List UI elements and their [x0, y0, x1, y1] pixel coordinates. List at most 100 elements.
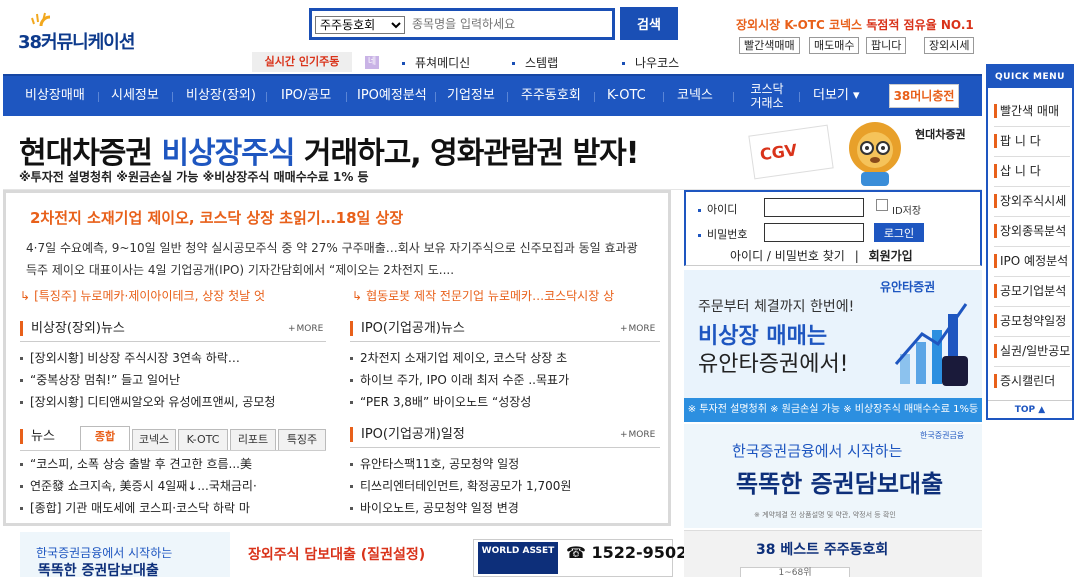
section-divider [20, 341, 326, 342]
search-box: 주주동호회 [309, 8, 615, 40]
nav-item[interactable]: K-OTC [607, 76, 646, 116]
nav-item[interactable]: 기업정보 [447, 76, 495, 116]
section-title-otc-news[interactable]: 비상장(장외)뉴스 [20, 321, 125, 336]
news-item[interactable]: 2차전지 소재기업 제이오, 코스닥 상장 초 [350, 349, 660, 366]
site-logo[interactable]: 38커뮤니케이션 [18, 12, 148, 54]
headline-lead[interactable]: 4·7일 수요예측, 9~10일 일반 청약 실시공모주식 중 약 27% 구주… [26, 237, 646, 281]
quick-item[interactable]: 실권/일반공모 [994, 344, 1070, 358]
quick-divider [994, 216, 1070, 217]
nav-item[interactable]: IPO예정분석 [357, 76, 427, 116]
nav-item[interactable]: 비상장매매 [25, 76, 85, 116]
quick-item[interactable]: 공모기업분석 [994, 284, 1070, 298]
quick-item[interactable]: 공모청약일정 [994, 314, 1070, 328]
top-button-sell[interactable]: 팝니다 [866, 37, 907, 54]
login-button[interactable]: 로그인 [874, 223, 924, 242]
news-item[interactable]: 바이오노트, 공모청약 일정 변경 [350, 499, 660, 516]
login-panel: 아이디 ID저장 비밀번호 로그인 아이디 / 비밀번호 찾기 | 회원가입 [684, 190, 982, 266]
korea-brand: 한국증권금융 [920, 431, 965, 440]
quick-divider [994, 156, 1070, 157]
find-account-link[interactable]: 아이디 / 비밀번호 찾기 [730, 249, 845, 263]
quick-menu-title: QUICK MENU [988, 66, 1072, 88]
id-label: 아이디 [698, 201, 737, 217]
top-button-red-trade[interactable]: 빨간색매매 [739, 37, 800, 54]
search-button[interactable]: 검색 [620, 7, 678, 40]
quick-item[interactable]: 장외주식시세 [994, 194, 1070, 208]
tab-kotc[interactable]: K-OTC [178, 429, 228, 450]
quick-item[interactable]: 장외종목분석 [994, 224, 1070, 238]
bottom-ad-korea[interactable]: 한국증권금융에서 시작하는 똑똑한 증권담보대출 [20, 532, 230, 577]
quick-top-button[interactable]: TOP ▲ [988, 400, 1072, 418]
hot-item[interactable]: 퓨쳐메디신 [402, 54, 470, 71]
news-item[interactable]: [종합] 기관 매도세에 코스피·코스닥 하락 마 [20, 499, 326, 516]
nav-separator [172, 92, 173, 102]
bottom-ad-world-asset[interactable]: WORLD ASSET ☎ 1522-9502 [473, 539, 687, 577]
id-save-label: ID저장 [892, 206, 922, 217]
banner-disclaimer: ※투자전 설명청취 ※원금손실 가능 ※비상장주식 매매수수료 1% 등 [19, 170, 369, 184]
quick-item[interactable]: 팝 니 다 [994, 134, 1070, 148]
logo-text: 38커뮤니케이션 [18, 32, 135, 53]
tab-konex[interactable]: 코넥스 [132, 429, 176, 450]
nav-item[interactable]: 시세정보 [111, 76, 159, 116]
nav-item[interactable]: 비상장(장외) [186, 76, 256, 116]
news-item[interactable]: 유안타스팩11호, 공모청약 일정 [350, 455, 660, 472]
id-input[interactable] [764, 198, 864, 217]
section-title-ipo-news[interactable]: IPO(기업공개)뉴스 [350, 321, 465, 336]
section-title-ipo-schedule[interactable]: IPO(기업공개)일정 [350, 427, 465, 442]
quick-divider [994, 366, 1070, 367]
main-news-panel: 2차전지 소재기업 제이오, 코스닥 상장 초읽기…18일 상장 4·7일 수요… [3, 190, 671, 526]
nav-more[interactable]: 더보기 ▾ [813, 76, 860, 116]
nav-separator [266, 92, 267, 102]
news-item[interactable]: [장외시황] 디티앤씨알오와 유성에프앤씨, 공모청 [20, 393, 326, 410]
quick-item[interactable]: 삽 니 다 [994, 164, 1070, 178]
nav-item[interactable]: IPO/공모 [281, 76, 331, 116]
bottom-ad1-line2: 똑똑한 증권담보대출 [38, 563, 159, 577]
sub-headline[interactable]: [특징주] 뉴로메카·제이아이테크, 상장 첫날 엇 [20, 287, 265, 304]
nav-separator [507, 92, 508, 102]
banner-title-b: 비상장주식 [161, 136, 295, 171]
news-item[interactable]: “코스피, 소폭 상승 출발 후 견고한 흐름...美 [20, 455, 326, 472]
news-item[interactable]: 연준發 쇼크지속, 美증시 4일째↓...국채금리· [20, 477, 326, 494]
promo-banner[interactable]: 현대차증권 비상장주식 거래하고, 영화관람권 받자! ※투자전 설명청취 ※원… [3, 116, 982, 190]
password-input[interactable] [764, 223, 864, 242]
rising-chart-icon [894, 303, 968, 386]
more-link[interactable]: MORE [620, 430, 656, 440]
nav-separator [594, 92, 595, 102]
login-links: 아이디 / 비밀번호 찾기 | 회원가입 [730, 247, 913, 264]
headline-link[interactable]: 2차전지 소재기업 제이오, 코스닥 상장 초읽기…18일 상장 [30, 207, 403, 228]
quick-item[interactable]: 빨간색 매매 [994, 104, 1070, 118]
news-item[interactable]: [장외시황] 비상장 주식시장 3연속 하락… [20, 349, 326, 366]
tab-report[interactable]: 리포트 [230, 429, 276, 450]
more-link[interactable]: MORE [288, 324, 324, 334]
join-link[interactable]: 회원가입 [869, 249, 913, 263]
quick-menu: QUICK MENU 빨간색 매매 팝 니 다 삽 니 다 장외주식시세 장외종… [986, 64, 1074, 420]
section-divider [350, 447, 660, 448]
bottom-ad-otc-loan[interactable]: 장외주식 담보대출 (질권설정) [238, 540, 438, 577]
quick-item[interactable]: IPO 예정분석 [994, 254, 1070, 268]
hot-item[interactable]: 스템랩 [512, 54, 558, 71]
more-link[interactable]: MORE [620, 324, 656, 334]
nav-separator [733, 92, 734, 102]
nav-item[interactable]: 주주동호회 [521, 76, 581, 116]
id-save-checkbox[interactable] [876, 199, 888, 211]
tab-general[interactable]: 종합 [80, 426, 130, 450]
yuanta-ad-banner[interactable]: 유안타증권 주문부터 체결까지 한번에! 비상장 매매는 유안타증권에서! ※ … [684, 270, 982, 422]
news-item[interactable]: 티쓰리엔터테인먼트, 확정공모가 1,700원 [350, 477, 660, 494]
sub-headline[interactable]: 협동로봇 제작 전문기업 뉴로메카…코스닥시장 상 [352, 287, 614, 304]
section-title-news[interactable]: 뉴스 [20, 429, 55, 444]
tab-feature-stock[interactable]: 특징주 [278, 429, 326, 450]
top-button-buy-sell[interactable]: 매도매수 [809, 37, 860, 54]
search-input[interactable] [412, 13, 608, 35]
news-item[interactable]: “중복상장 멈춰!” 들고 일어난 [20, 371, 326, 388]
nav-separator [435, 92, 436, 102]
nav-separator [663, 92, 664, 102]
news-item[interactable]: “PER 3,8배” 바이오노트 “성장성 [350, 393, 660, 410]
top-button-otc-price[interactable]: 장외시세 [924, 37, 975, 54]
nav-item[interactable]: 코넥스 [677, 76, 713, 116]
news-item[interactable]: 하이브 주가, IPO 이래 최저 수준 ..목표가 [350, 371, 660, 388]
quick-item[interactable]: 증시캘린더 [994, 374, 1070, 388]
search-category-select[interactable]: 주주동호회 [315, 16, 405, 34]
hot-item[interactable]: 나우코스 [622, 54, 679, 71]
korea-securities-ad[interactable]: 한국증권금융 한국증권금융에서 시작하는 똑똑한 증권담보대출 ※ 계약체결 전… [684, 424, 982, 528]
money-charge-button[interactable]: 38머니충전 [889, 84, 959, 108]
best-clubs-rank-tab[interactable]: 1~68위 [740, 567, 850, 577]
